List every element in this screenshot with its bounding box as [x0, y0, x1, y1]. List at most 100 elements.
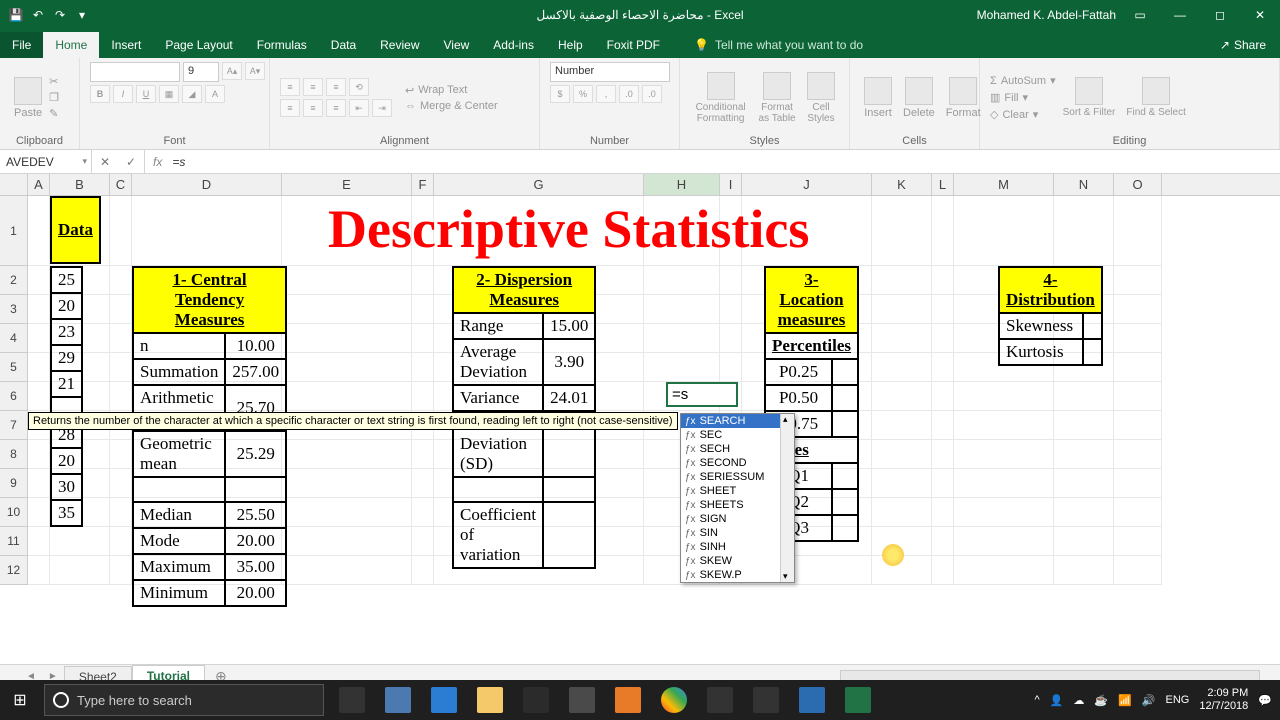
col-header-L[interactable]: L — [932, 174, 954, 195]
percentile-value[interactable] — [832, 411, 858, 437]
dist-label[interactable]: Skewness — [999, 313, 1083, 339]
measure-label[interactable]: Summation — [133, 359, 225, 385]
save-icon[interactable]: 💾 — [8, 7, 24, 23]
taskbar-app-2[interactable] — [560, 680, 604, 720]
data-value[interactable]: 30 — [51, 474, 82, 500]
bold-button[interactable]: B — [90, 85, 110, 103]
row-header-1[interactable]: 1 — [0, 196, 28, 266]
orientation-icon[interactable]: ⟲ — [349, 78, 369, 96]
find-select-button[interactable]: Find & Select — [1122, 75, 1189, 120]
taskbar-app-3[interactable] — [606, 680, 650, 720]
row-header-7[interactable]: 7 — [0, 411, 28, 440]
measure-label[interactable] — [133, 477, 225, 502]
tab-data[interactable]: Data — [319, 32, 368, 58]
autocomplete-item[interactable]: ƒxSHEET — [681, 484, 794, 498]
tab-formulas[interactable]: Formulas — [245, 32, 319, 58]
col-header-N[interactable]: N — [1054, 174, 1114, 195]
row-header-2[interactable]: 2 — [0, 266, 28, 295]
data-value[interactable]: 25 — [51, 267, 82, 293]
measure-value[interactable]: 24.01 — [543, 385, 595, 411]
tray-java-icon[interactable]: ☕ — [1094, 694, 1108, 707]
measure-value[interactable] — [543, 477, 595, 502]
col-header-A[interactable]: A — [28, 174, 50, 195]
font-selector[interactable] — [90, 62, 180, 82]
italic-button[interactable]: I — [113, 85, 133, 103]
active-cell[interactable]: =s — [666, 382, 738, 407]
measure-label[interactable]: Average Deviation — [453, 339, 543, 385]
row-header-12[interactable]: 12 — [0, 556, 28, 585]
font-color-button[interactable]: A — [205, 85, 225, 103]
quartile-value[interactable] — [832, 463, 858, 489]
taskbar-calculator[interactable] — [744, 680, 788, 720]
taskbar-app-1[interactable] — [376, 680, 420, 720]
comma-icon[interactable]: , — [596, 85, 616, 103]
measure-value[interactable]: 25.29 — [225, 431, 286, 477]
shrink-font-icon[interactable]: A▾ — [245, 62, 265, 80]
col-header-I[interactable]: I — [720, 174, 742, 195]
align-center-icon[interactable]: ≡ — [303, 99, 323, 117]
col-header-B[interactable]: B — [50, 174, 110, 195]
row-header-3[interactable]: 3 — [0, 295, 28, 324]
share-button[interactable]: ↗Share — [1206, 32, 1280, 58]
tray-onedrive-icon[interactable]: ☁ — [1073, 694, 1084, 707]
tray-network-icon[interactable]: 📶 — [1118, 694, 1132, 707]
measure-label[interactable]: Minimum — [133, 580, 225, 606]
autocomplete-item[interactable]: ƒxSIN — [681, 526, 794, 540]
measure-value[interactable]: 15.00 — [543, 313, 595, 339]
align-bottom-icon[interactable]: ≡ — [326, 78, 346, 96]
row-header-8[interactable]: 8 — [0, 440, 28, 469]
measure-value[interactable]: 35.00 — [225, 554, 286, 580]
tray-up-icon[interactable]: ^ — [1035, 694, 1040, 706]
start-button[interactable]: ⊞ — [0, 680, 40, 720]
align-right-icon[interactable]: ≡ — [326, 99, 346, 117]
tab-foxit[interactable]: Foxit PDF — [595, 32, 672, 58]
data-value[interactable]: 21 — [51, 371, 82, 397]
formula-input[interactable]: fx=s — [145, 150, 1280, 173]
measure-label[interactable]: Range — [453, 313, 543, 339]
percentile-value[interactable] — [832, 359, 858, 385]
taskbar-search[interactable]: Type here to search — [44, 684, 324, 716]
indent-dec-icon[interactable]: ⇤ — [349, 99, 369, 117]
col-header-D[interactable]: D — [132, 174, 282, 195]
row-header-11[interactable]: 11 — [0, 527, 28, 556]
number-format-selector[interactable]: Number — [550, 62, 670, 82]
measure-value[interactable]: 20.00 — [225, 580, 286, 606]
sort-filter-button[interactable]: Sort & Filter — [1059, 75, 1120, 120]
col-header-H[interactable]: H — [644, 174, 720, 195]
border-button[interactable]: ▦ — [159, 85, 179, 103]
col-header-G[interactable]: G — [434, 174, 644, 195]
grow-font-icon[interactable]: A▴ — [222, 62, 242, 80]
col-header-O[interactable]: O — [1114, 174, 1162, 195]
measure-label[interactable]: Maximum — [133, 554, 225, 580]
name-box[interactable]: AVEDEV — [0, 150, 92, 173]
accept-formula-icon[interactable]: ✓ — [118, 155, 144, 169]
tab-review[interactable]: Review — [368, 32, 431, 58]
col-header-E[interactable]: E — [282, 174, 412, 195]
col-header-K[interactable]: K — [872, 174, 932, 195]
tray-people-icon[interactable]: 👤 — [1050, 694, 1064, 707]
format-cells-button[interactable]: Format — [942, 75, 985, 121]
percentile-label[interactable]: P0.50 — [765, 385, 832, 411]
col-header-J[interactable]: J — [742, 174, 872, 195]
data-value[interactable]: 29 — [51, 345, 82, 371]
autocomplete-item[interactable]: ƒxSKEW — [681, 554, 794, 568]
autocomplete-scrollbar[interactable] — [780, 414, 794, 582]
indent-inc-icon[interactable]: ⇥ — [372, 99, 392, 117]
dec-dec-icon[interactable]: .0 — [642, 85, 662, 103]
row-header-9[interactable]: 9 — [0, 469, 28, 498]
percentile-value[interactable] — [832, 385, 858, 411]
align-top-icon[interactable]: ≡ — [280, 78, 300, 96]
data-value[interactable]: 20 — [51, 293, 82, 319]
row-header-6[interactable]: 6 — [0, 382, 28, 411]
taskbar-explorer[interactable] — [468, 680, 512, 720]
dist-label[interactable]: Kurtosis — [999, 339, 1083, 365]
percentile-label[interactable]: P0.25 — [765, 359, 832, 385]
col-header-F[interactable]: F — [412, 174, 434, 195]
delete-cells-button[interactable]: Delete — [899, 75, 939, 121]
data-value[interactable]: 20 — [51, 448, 82, 474]
task-view-icon[interactable] — [330, 680, 374, 720]
qat-dropdown-icon[interactable]: ▾ — [74, 7, 90, 23]
row-header-4[interactable]: 4 — [0, 324, 28, 353]
autocomplete-item[interactable]: ƒxSEARCH — [681, 414, 794, 428]
align-left-icon[interactable]: ≡ — [280, 99, 300, 117]
